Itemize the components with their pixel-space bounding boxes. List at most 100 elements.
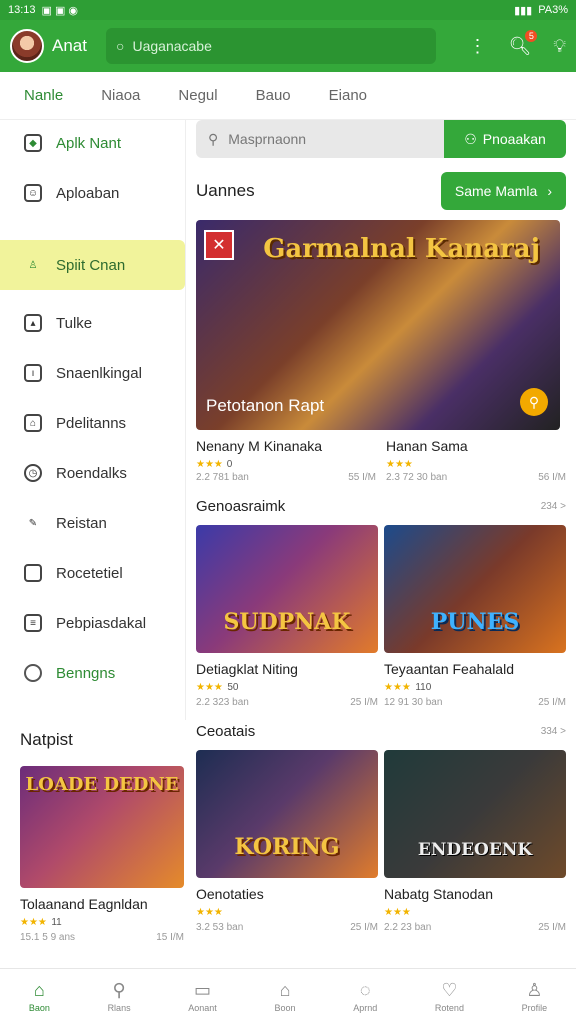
status-icons: ▣ ▣ ◉ xyxy=(41,4,79,17)
sidebar-item-10[interactable]: Benngns xyxy=(0,648,185,698)
nav-item-2[interactable]: ▭ Aonant xyxy=(188,980,217,1013)
size: 55 I/M xyxy=(348,472,376,483)
sidebar-item-label: Aplk Nant xyxy=(56,134,122,152)
section-title: Genoasraimk xyxy=(196,497,286,515)
tab-4[interactable]: Eiano xyxy=(329,87,367,104)
game-card[interactable]: ENDEOENK Nabatg Stanodan ★★★ 2.2 23 ban 2… xyxy=(384,750,566,933)
thumb-title: KORING xyxy=(234,834,340,860)
game-thumbnail: KORING xyxy=(196,750,378,878)
nav-label: Aprnd xyxy=(353,1003,378,1013)
rating-value: 110 xyxy=(415,682,432,693)
nav-item-3[interactable]: ⌂ Boon xyxy=(274,980,295,1013)
smile-box-icon: ☺ xyxy=(24,184,42,202)
sidebar-item-8[interactable]: Rocetetiel xyxy=(0,548,185,598)
size: 56 I/M xyxy=(538,472,566,483)
see-all-link[interactable]: 334 > xyxy=(541,726,566,737)
nav-label: Baon xyxy=(28,1003,50,1013)
search-button[interactable]: ⚇ Pnoaakan xyxy=(444,120,566,158)
nav-item-6[interactable]: ♙ Profile xyxy=(522,980,548,1013)
hero-title: Garmalnal Kanaraj xyxy=(263,234,540,264)
brand-logo-icon: ✕ xyxy=(204,230,234,260)
thumb-title: LOADE DEDNE xyxy=(25,774,179,795)
search-placeholder: Uaganacabe xyxy=(132,38,212,54)
rating-stars: ★★★ xyxy=(196,682,223,693)
avatar[interactable] xyxy=(10,29,44,63)
hero-banner[interactable]: ✕ Garmalnal Kanaraj Petotanon Rapt ⚲ xyxy=(196,220,560,430)
sidebar-item-label: Rocetetiel xyxy=(56,564,123,582)
sidebar-item-1[interactable]: ☺ Aploaban xyxy=(0,168,185,218)
user-icon: ♙ xyxy=(526,980,543,1000)
nav-label: Aonant xyxy=(188,1003,217,1013)
nav-item-1[interactable]: ⚲ Rlans xyxy=(108,980,131,1013)
app-title: Anat xyxy=(52,36,87,55)
game-thumbnail: PUNES xyxy=(384,525,566,653)
lightbulb-icon[interactable]: 💡︎ xyxy=(553,36,566,57)
hero-meta-left[interactable]: Nenany M Kinanaka ★★★ 0 2.2 781 ban 55 I/… xyxy=(196,438,376,483)
tag-icon: ◆ xyxy=(24,134,42,152)
home-icon: ⌂ xyxy=(33,980,45,1000)
hero-caption: Petotanon Rapt xyxy=(206,396,325,415)
size: 25 I/M xyxy=(538,922,566,933)
notification-badge: 5 xyxy=(525,29,538,42)
sidebar: ◆ Aplk Nant ☺ Aploaban ♙ Spiit Cnan ▴ Tulke … xyxy=(0,120,186,720)
nav-item-4[interactable]: ◌ Aprnd xyxy=(353,980,377,1013)
notification-search-icon[interactable]: 🔍︎ 5 xyxy=(509,29,538,57)
game-name: Teyaantan Feahalald xyxy=(384,661,514,677)
game-name: Oenotaties xyxy=(196,886,264,902)
see-more-label: Same Mamla xyxy=(454,183,538,199)
nav-item-0[interactable]: ⌂ Baon xyxy=(29,980,50,1013)
rating-value: 0 xyxy=(226,459,233,470)
downloads: 2.2 23 ban xyxy=(384,922,432,933)
sidebar-item-0[interactable]: ◆ Aplk Nant xyxy=(0,118,185,168)
game-thumbnail: SUDPNAK xyxy=(196,525,378,653)
tab-0[interactable]: Nanle xyxy=(24,87,63,104)
hero-search-icon[interactable]: ⚲ xyxy=(520,388,548,416)
game-name: Nenany M Kinanaka xyxy=(196,438,323,454)
game-thumbnail: LOADE DEDNE xyxy=(20,766,184,888)
sidebar-item-2[interactable]: ♙ Spiit Cnan xyxy=(0,240,185,290)
tab-2[interactable]: Negul xyxy=(178,87,217,104)
game-card[interactable]: PUNES Teyaantan Feahalald ★★★ 110 12 91 … xyxy=(384,525,566,708)
rating-stars: ★★★ xyxy=(384,682,411,693)
search-input[interactable]: ○ Uaganacabe xyxy=(106,28,436,64)
thumb-title: PUNES xyxy=(430,609,520,635)
chevron-right-icon: › xyxy=(547,183,552,199)
hero-meta-right[interactable]: Hanan Sama ★★★ 2.3 72 30 ban 56 I/M xyxy=(386,438,566,483)
see-all-link[interactable]: 234 > xyxy=(541,501,566,512)
sidebar-item-label: Pebpiasdakal xyxy=(56,614,147,632)
downloads: 2.3 72 30 ban xyxy=(386,472,448,483)
search-icon: ⚲ xyxy=(112,980,126,1000)
chat-icon: ◌ xyxy=(359,980,371,1000)
nav-label: Boon xyxy=(274,1003,296,1013)
see-more-button[interactable]: Same Mamla › xyxy=(440,172,566,210)
game-card[interactable]: KORING Oenotaties ★★★ 3.2 53 ban 25 I/M xyxy=(196,750,378,933)
downloads: 12 91 30 ban xyxy=(384,697,443,708)
sidebar-item-6[interactable]: ◷ Roendalks xyxy=(0,448,185,498)
sidebar-item-label: Pdelitanns xyxy=(56,414,127,432)
nav-label: Rotend xyxy=(434,1003,464,1013)
sidebar-item-label: Snaenlkingal xyxy=(56,364,142,382)
tab-3[interactable]: Bauo xyxy=(256,87,291,104)
more-menu-icon[interactable]: ⋮ xyxy=(469,36,487,57)
sidebar-item-9[interactable]: ≡ Pebpiasdakal xyxy=(0,598,185,648)
game-card[interactable]: SUDPNAK Detiagklat Niting ★★★ 50 2.2 323… xyxy=(196,525,378,708)
tab-1[interactable]: Niaoa xyxy=(101,87,140,104)
info-box-icon: ı xyxy=(24,364,42,382)
size: 25 I/M xyxy=(350,697,378,708)
section-title: Natpist xyxy=(20,730,73,749)
sidebar-item-4[interactable]: ı Snaenlkingal xyxy=(0,348,185,398)
game-card[interactable]: LOADE DEDNE Tolaanand Eagnldan ★★★ 11 15… xyxy=(20,766,184,943)
sidebar-item-3[interactable]: ▴ Tulke xyxy=(0,298,185,348)
nav-item-5[interactable]: ♡ Rotend xyxy=(435,980,464,1013)
user-search-icon: ⚇ xyxy=(464,130,477,147)
main-search-input[interactable]: ⚲ Masprnaonn xyxy=(196,120,444,158)
sidebar-item-7[interactable]: ✎ Reistan xyxy=(0,498,185,548)
search-placeholder: Masprnaonn xyxy=(228,131,307,147)
sidebar-item-5[interactable]: ⌂ Pdelitanns xyxy=(0,398,185,448)
left-card-container: LOADE DEDNE Tolaanand Eagnldan ★★★ 11 15… xyxy=(20,766,184,943)
nav-label: Profile xyxy=(521,1003,548,1013)
search-icon: ⚲ xyxy=(208,130,219,147)
game-thumbnail: ENDEOENK xyxy=(384,750,566,878)
downloads: 2.2 323 ban xyxy=(196,697,249,708)
rating-stars: ★★★ xyxy=(196,907,223,918)
